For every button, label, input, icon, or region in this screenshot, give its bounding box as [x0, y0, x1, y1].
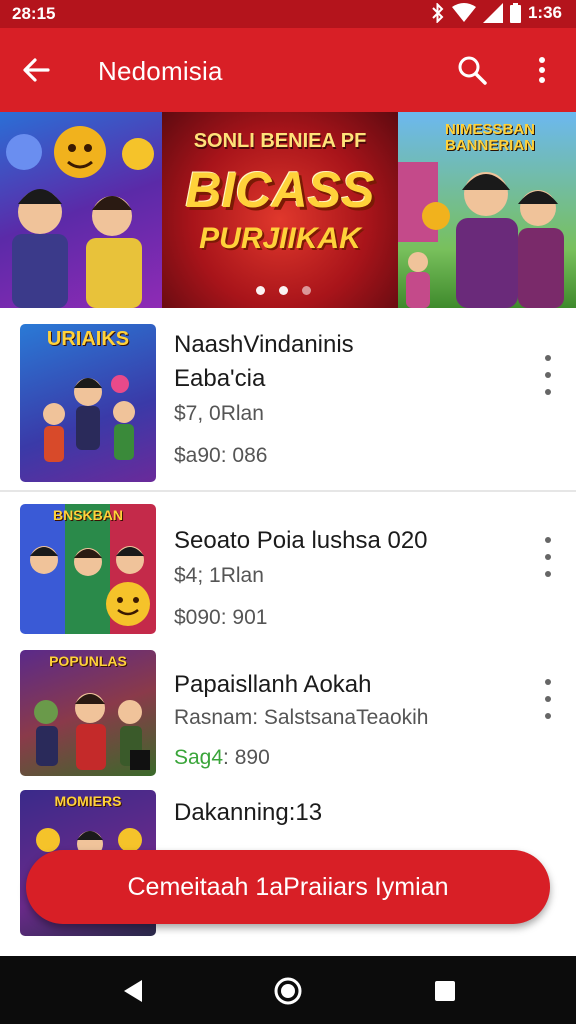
game-meta: Rasnam: SalstsanaTeaokih	[174, 706, 429, 729]
game-price-value: : 890	[223, 746, 270, 769]
thumbnail-art	[43, 375, 135, 462]
app-bar: Nedomisia	[0, 28, 576, 112]
game-thumbnail[interactable]: POPUNLAS	[20, 650, 156, 776]
page-dot[interactable]	[302, 286, 311, 295]
more-vert-icon[interactable]	[528, 52, 556, 88]
banner-page-indicator	[256, 286, 311, 295]
back-arrow-icon[interactable]	[18, 52, 54, 88]
banner-headline: SONLI BENIEA PF	[193, 130, 367, 152]
banner-left-art	[6, 126, 154, 308]
game-price: $a90: 086	[174, 444, 267, 468]
game-price-value: $a90: 086	[174, 444, 268, 467]
page-dot[interactable]	[256, 286, 265, 295]
game-title: Papaisllanh Aokah	[174, 671, 372, 698]
battery-icon	[509, 3, 521, 23]
game-price: Sag4: 890	[174, 746, 270, 770]
game-price-value: $090: 901	[174, 606, 268, 629]
nav-back-icon[interactable]	[116, 974, 150, 1008]
status-time-right: 1:36	[527, 3, 562, 22]
featured-banner[interactable]: SONLI BENIEA PF BICASS PURJIIKAK NIMESSB…	[0, 112, 576, 308]
system-nav-bar	[0, 956, 576, 1024]
game-title: Dakanning:13	[174, 799, 323, 826]
thumbnail-art	[30, 546, 150, 626]
banner-panel-left	[0, 112, 162, 308]
wifi-icon	[451, 3, 476, 22]
list-item[interactable]: POPUNLAS Papaisllanh Aokah Rasnam: Salst…	[0, 636, 576, 780]
list-item[interactable]: BNSKBAN Seoato Poia lushsa 020 $4; 1Rlan…	[0, 492, 576, 636]
item-more-icon[interactable]	[538, 534, 558, 580]
banner-panel-center: SONLI BENIEA PF BICASS PURJIIKAK	[162, 112, 398, 308]
thumbnail-art	[34, 693, 150, 770]
game-thumbnail[interactable]: URIAIKS	[20, 324, 156, 482]
primary-cta-button[interactable]: Cemeitaah 1aPraiiars Iymian	[26, 850, 550, 924]
banner-panel-right: NIMESSBAN BANNERIAN	[398, 112, 576, 308]
game-thumbnail[interactable]: BNSKBAN	[20, 504, 156, 634]
status-icons: 1:36	[431, 3, 562, 23]
nav-home-icon[interactable]	[271, 974, 305, 1008]
banner-sub-text: PURJIIKAK	[199, 222, 361, 255]
game-price: $090: 901	[174, 606, 267, 630]
item-more-icon[interactable]	[538, 676, 558, 722]
game-price-accent: Sag4	[174, 746, 224, 769]
item-more-icon[interactable]	[538, 352, 558, 398]
search-icon[interactable]	[454, 52, 490, 88]
game-title: Seoato Poia lushsa 020	[174, 527, 428, 554]
list-item[interactable]: URIAIKS NaashVindaninis Eaba'cia $7, 0Rl…	[0, 308, 576, 490]
banner-right-title: NIMESSBAN BANNERIAN	[444, 121, 535, 154]
app-title: Nedomisia	[98, 56, 223, 86]
game-meta: $4; 1Rlan	[174, 564, 264, 587]
game-subtitle: Eaba'cia	[174, 365, 266, 392]
signal-icon	[482, 3, 503, 23]
status-bar: 28:15 1:36	[0, 0, 576, 28]
banner-big-text: BICASS	[185, 162, 375, 218]
game-meta: $7, 0Rlan	[174, 402, 264, 425]
game-title: NaashVindaninis	[174, 331, 354, 358]
thumbnail-title: MOMIERS	[54, 793, 122, 809]
nav-recents-icon[interactable]	[428, 974, 462, 1008]
bluetooth-icon	[432, 3, 444, 23]
status-time: 28:15	[12, 4, 56, 23]
page-dot-active[interactable]	[279, 286, 288, 295]
